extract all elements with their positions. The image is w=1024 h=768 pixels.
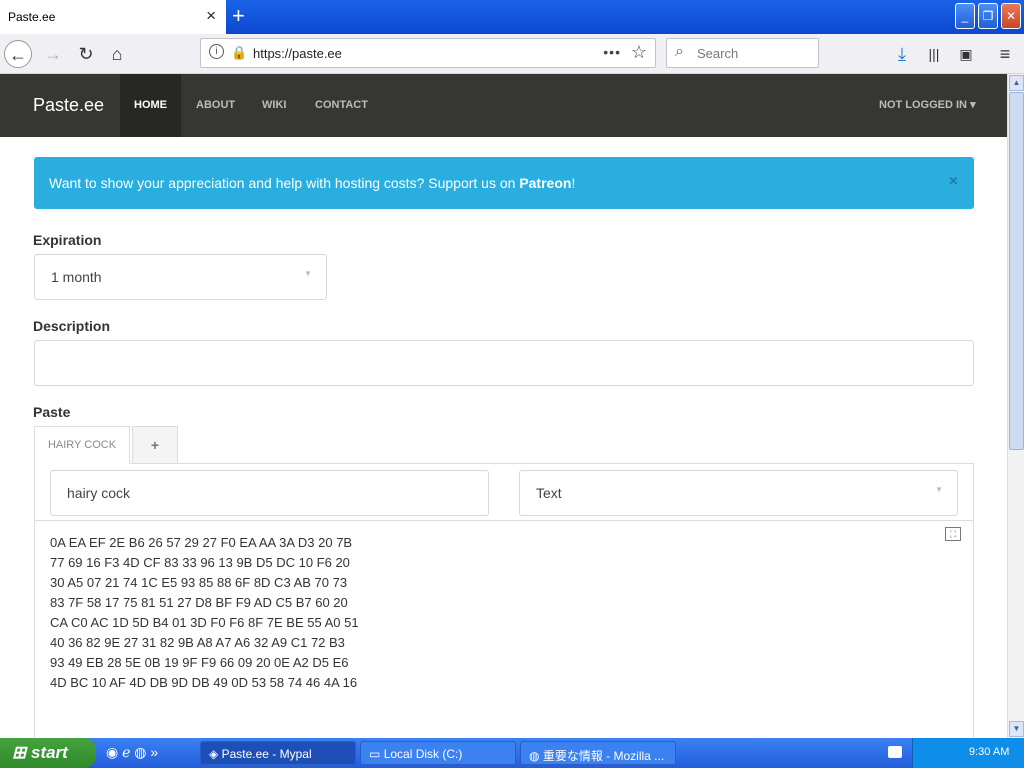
task-label: Local Disk (C:) bbox=[383, 747, 463, 761]
browser-icon: ◈ bbox=[209, 747, 219, 761]
expiration-select[interactable]: 1 month ▼ bbox=[34, 254, 327, 300]
keyboard-icon[interactable] bbox=[888, 746, 902, 758]
start-label: start bbox=[30, 743, 68, 762]
paste-label: Paste bbox=[33, 404, 71, 420]
login-label: NOT LOGGED IN bbox=[879, 99, 967, 111]
alert-text: Want to show your appreciation and help … bbox=[49, 175, 520, 191]
syntax-value: Text bbox=[536, 485, 562, 501]
tab-close-icon[interactable]: × bbox=[206, 6, 216, 26]
home-button[interactable]: ⌂ bbox=[103, 40, 131, 68]
folder-icon: ▭ bbox=[369, 747, 381, 761]
paste-tab[interactable]: HAIRY COCK bbox=[34, 426, 130, 464]
restore-button[interactable]: ❐ bbox=[978, 3, 998, 29]
system-tray: 9:30 AM bbox=[912, 738, 1024, 768]
sidebar-icon[interactable]: ▣ bbox=[952, 40, 980, 68]
new-tab-button[interactable]: + bbox=[232, 3, 245, 29]
clock: 9:30 AM bbox=[969, 746, 1010, 758]
task-label: Paste.ee - Mypal bbox=[221, 747, 312, 761]
nav-home[interactable]: HOME bbox=[120, 74, 181, 137]
scroll-up-icon[interactable]: ▲ bbox=[1009, 75, 1024, 91]
start-button[interactable]: ⊞ start bbox=[0, 738, 96, 768]
downloads-icon[interactable]: ⤓ bbox=[888, 40, 916, 68]
info-icon[interactable]: i bbox=[209, 44, 224, 59]
firefox-icon[interactable]: ◍ bbox=[134, 744, 146, 760]
library-icon[interactable]: ||| bbox=[920, 40, 948, 68]
page-actions-icon[interactable]: ••• bbox=[603, 44, 621, 60]
paste-content[interactable]: 0A EA EF 2E B6 26 57 29 27 F0 EA AA 3A D… bbox=[50, 533, 359, 693]
close-icon[interactable]: × bbox=[949, 173, 958, 191]
forward-button[interactable]: → bbox=[39, 40, 67, 68]
search-input[interactable]: ⌕ Search bbox=[666, 38, 819, 68]
back-button[interactable]: ← bbox=[4, 40, 32, 68]
lock-icon: 🔒 bbox=[231, 45, 248, 60]
taskbar-item-mozilla[interactable]: ◍ 重要な情報 - Mozilla ... bbox=[520, 741, 676, 765]
syntax-select[interactable]: Text ▼ bbox=[519, 470, 958, 516]
patreon-link[interactable]: Patreon bbox=[519, 175, 571, 191]
taskbar: ⊞ start ◉ ℯ ◍ » ◈ Paste.ee - Mypal ▭ Loc… bbox=[0, 738, 1024, 768]
url-text[interactable]: https://paste.ee bbox=[253, 46, 342, 61]
page-content: Paste.ee HOME ABOUT WIKI CONTACT NOT LOG… bbox=[0, 74, 1007, 738]
site-brand[interactable]: Paste.ee bbox=[33, 95, 104, 116]
vertical-scrollbar[interactable]: ▲ ▼ bbox=[1007, 74, 1024, 738]
overflow-icon[interactable]: » bbox=[150, 744, 158, 760]
chevron-down-icon: ▼ bbox=[935, 485, 943, 494]
nav-contact[interactable]: CONTACT bbox=[301, 74, 382, 137]
nav-about[interactable]: ABOUT bbox=[182, 74, 249, 137]
paste-name-input[interactable]: hairy cock bbox=[50, 470, 489, 516]
scroll-thumb[interactable] bbox=[1009, 92, 1024, 450]
login-dropdown[interactable]: NOT LOGGED IN ▾ bbox=[865, 74, 990, 137]
ie-icon[interactable]: ℯ bbox=[122, 744, 130, 760]
title-bar: Paste.ee × + _ ❐ ✕ bbox=[0, 0, 1024, 34]
tab-title: Paste.ee bbox=[8, 10, 56, 24]
search-icon: ⌕ bbox=[675, 43, 684, 60]
menu-icon[interactable]: ≡ bbox=[991, 40, 1019, 68]
minimize-button[interactable]: _ bbox=[955, 3, 975, 29]
scroll-down-icon[interactable]: ▼ bbox=[1009, 721, 1024, 737]
url-bar[interactable]: i 🔒 https://paste.ee ••• ☆ bbox=[200, 38, 656, 68]
description-label: Description bbox=[33, 318, 111, 334]
taskbar-item-disk[interactable]: ▭ Local Disk (C:) bbox=[360, 741, 516, 765]
browser-tab[interactable]: Paste.ee × bbox=[0, 0, 226, 34]
navigation-bar: ← → ↻ ⌂ i 🔒 https://paste.ee ••• ☆ ⌕ Sea… bbox=[0, 34, 1024, 74]
bookmark-star-icon[interactable]: ☆ bbox=[631, 42, 647, 63]
search-placeholder: Search bbox=[697, 46, 739, 61]
chevron-down-icon: ▾ bbox=[970, 99, 976, 111]
quick-launch: ◉ ℯ ◍ » bbox=[106, 744, 158, 761]
nav-wiki[interactable]: WIKI bbox=[248, 74, 300, 137]
chevron-down-icon: ▼ bbox=[304, 269, 312, 278]
fullscreen-icon[interactable]: ⛶ bbox=[945, 527, 961, 541]
window-close-button[interactable]: ✕ bbox=[1001, 3, 1021, 29]
expiration-label: Expiration bbox=[33, 232, 102, 248]
task-label: 重要な情報 - Mozilla ... bbox=[542, 749, 665, 763]
add-tab-button[interactable]: + bbox=[132, 426, 178, 464]
site-navbar: Paste.ee HOME ABOUT WIKI CONTACT NOT LOG… bbox=[0, 74, 1007, 137]
paste-editor[interactable]: ⛶ 0A EA EF 2E B6 26 57 29 27 F0 EA AA 3A… bbox=[35, 520, 973, 738]
patreon-alert: Want to show your appreciation and help … bbox=[34, 157, 974, 209]
description-input[interactable] bbox=[34, 340, 974, 386]
expiration-value: 1 month bbox=[51, 269, 102, 285]
paste-panel: hairy cock Text ▼ ⛶ 0A EA EF 2E B6 26 57… bbox=[34, 463, 974, 738]
alert-suffix: ! bbox=[571, 175, 576, 191]
taskbar-item-paste[interactable]: ◈ Paste.ee - Mypal bbox=[200, 741, 356, 765]
windows-logo-icon: ⊞ bbox=[12, 743, 27, 762]
chrome-icon[interactable]: ◉ bbox=[106, 744, 118, 760]
firefox-icon: ◍ bbox=[529, 749, 540, 763]
reload-button[interactable]: ↻ bbox=[72, 40, 100, 68]
